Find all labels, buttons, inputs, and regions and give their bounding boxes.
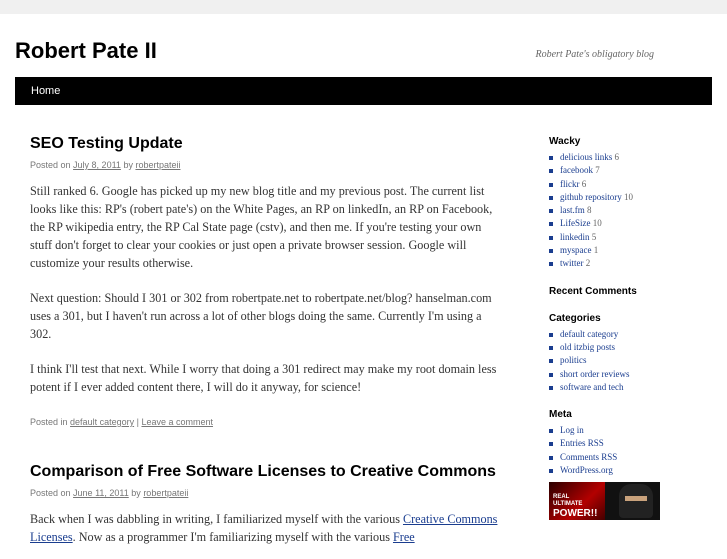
comments-rss-link[interactable]: Comments RSS xyxy=(560,452,617,462)
post-body: Back when I was dabbling in writing, I f… xyxy=(30,510,505,546)
list-item: default category xyxy=(549,328,709,341)
category-link[interactable]: short order reviews xyxy=(560,369,629,379)
link-count: 7 xyxy=(595,165,600,176)
wacky-link[interactable]: linkedin xyxy=(560,232,590,242)
widget-categories: Categories default category old itzbig p… xyxy=(549,312,709,394)
list-item: delicious links 6 xyxy=(549,151,709,164)
list-item: LifeSize 10 xyxy=(549,217,709,230)
widget-meta: Meta Log in Entries RSS Comments RSS Wor… xyxy=(549,408,709,477)
author-link[interactable]: robertpateii xyxy=(143,488,188,498)
list-item: twitter 2 xyxy=(549,257,709,270)
sidebar: Wacky delicious links 6 facebook 7 flick… xyxy=(549,135,709,491)
post-meta: Posted on June 11, 2011 by robertpateii xyxy=(30,487,505,499)
wacky-link[interactable]: facebook xyxy=(560,165,593,175)
wacky-link[interactable]: delicious links xyxy=(560,152,612,162)
list-item: Entries RSS xyxy=(549,437,709,450)
category-link[interactable]: default category xyxy=(560,329,618,339)
author-link[interactable]: robertpateii xyxy=(135,160,180,170)
separator: | xyxy=(136,417,139,427)
list-item: software and tech xyxy=(549,381,709,394)
post-footer: Posted in default category | Leave a com… xyxy=(30,416,505,428)
site-description: Robert Pate's obligatory blog xyxy=(535,49,654,60)
list-item: last.fm 8 xyxy=(549,204,709,217)
posted-on-label: Posted on xyxy=(30,488,71,498)
post-title[interactable]: SEO Testing Update xyxy=(30,134,505,154)
widget-wacky: Wacky delicious links 6 facebook 7 flick… xyxy=(549,135,709,271)
post-paragraph: Back when I was dabbling in writing, I f… xyxy=(30,510,505,546)
post-body: Still ranked 6. Google has picked up my … xyxy=(30,182,505,396)
post-paragraph: Next question: Should I 301 or 302 from … xyxy=(30,291,492,341)
list-item: myspace 1 xyxy=(549,244,709,257)
page: Robert Pate II Robert Pate's obligatory … xyxy=(0,14,727,559)
free-software-link[interactable]: Free xyxy=(393,530,415,544)
wacky-link[interactable]: github repository xyxy=(560,192,622,202)
post-paragraph: I think I'll test that next. While I wor… xyxy=(30,362,497,394)
by-label: by xyxy=(131,488,141,498)
wacky-link[interactable]: last.fm xyxy=(560,205,585,215)
list-item: Comments RSS xyxy=(549,451,709,464)
ninja-eyes-icon xyxy=(625,496,647,501)
wacky-link[interactable]: twitter xyxy=(560,258,584,268)
category-link[interactable]: old itzbig posts xyxy=(560,342,615,352)
link-count: 2 xyxy=(585,258,591,269)
list-item: politics xyxy=(549,354,709,367)
banner-power-text: POWER!! xyxy=(553,508,598,519)
post-1: SEO Testing Update Posted on July 8, 201… xyxy=(30,134,505,428)
list-item: WordPress.org xyxy=(549,464,709,477)
ninja-face-icon xyxy=(619,484,653,518)
wordpress-link[interactable]: WordPress.org xyxy=(560,465,613,475)
banner-small-text: REAL ULTIMATE xyxy=(553,494,583,507)
post-date-link[interactable]: July 8, 2011 xyxy=(73,160,121,170)
widget-title: Wacky xyxy=(549,136,581,147)
category-link[interactable]: default category xyxy=(70,417,134,427)
wacky-link[interactable]: flickr xyxy=(560,179,580,189)
posted-on-label: Posted on xyxy=(30,160,71,170)
widget-title: Recent Comments xyxy=(549,285,637,297)
site-title[interactable]: Robert Pate II xyxy=(15,38,157,64)
post-title[interactable]: Comparison of Free Software Licenses to … xyxy=(30,462,505,482)
login-link[interactable]: Log in xyxy=(560,425,584,435)
by-label: by xyxy=(123,160,133,170)
post-date-link[interactable]: June 11, 2011 xyxy=(73,488,129,498)
widget-recent-comments: Recent Comments xyxy=(549,285,709,298)
wacky-link[interactable]: LifeSize xyxy=(560,218,591,228)
list-item: Log in xyxy=(549,424,709,437)
entries-rss-link[interactable]: Entries RSS xyxy=(560,438,604,448)
nav-home-link[interactable]: Home xyxy=(31,85,60,97)
widget-title: Categories xyxy=(549,312,601,324)
power-banner-image[interactable]: REAL ULTIMATE POWER!! xyxy=(549,482,660,520)
list-item: facebook 7 xyxy=(549,164,709,177)
link-count: 6 xyxy=(581,178,587,189)
post-2: Comparison of Free Software Licenses to … xyxy=(30,462,505,546)
widget-title: Meta xyxy=(549,409,572,421)
post-paragraph: Still ranked 6. Google has picked up my … xyxy=(30,184,493,270)
category-link[interactable]: software and tech xyxy=(560,382,623,392)
nav-bar: Home xyxy=(15,77,712,105)
list-item: short order reviews xyxy=(549,368,709,381)
post-meta: Posted on July 8, 2011 by robertpateii xyxy=(30,159,505,171)
list-item: old itzbig posts xyxy=(549,341,709,354)
link-count: 1 xyxy=(593,245,599,256)
leave-comment-link[interactable]: Leave a comment xyxy=(141,417,213,427)
link-count: 10 xyxy=(592,218,602,229)
link-count: 10 xyxy=(624,191,633,202)
post-text: . Now as a programmer I'm familiarizing … xyxy=(72,530,393,544)
post-text: Back when I was dabbling in writing, I f… xyxy=(30,512,403,526)
link-count: 5 xyxy=(591,231,597,242)
list-item: linkedin 5 xyxy=(549,231,709,244)
list-item: github repository 10 xyxy=(549,191,709,204)
wacky-link[interactable]: myspace xyxy=(560,245,592,255)
category-link[interactable]: politics xyxy=(560,355,587,365)
link-count: 8 xyxy=(587,205,592,216)
list-item: flickr 6 xyxy=(549,178,709,191)
posted-in-label: Posted in xyxy=(30,417,68,427)
link-count: 6 xyxy=(614,152,620,162)
